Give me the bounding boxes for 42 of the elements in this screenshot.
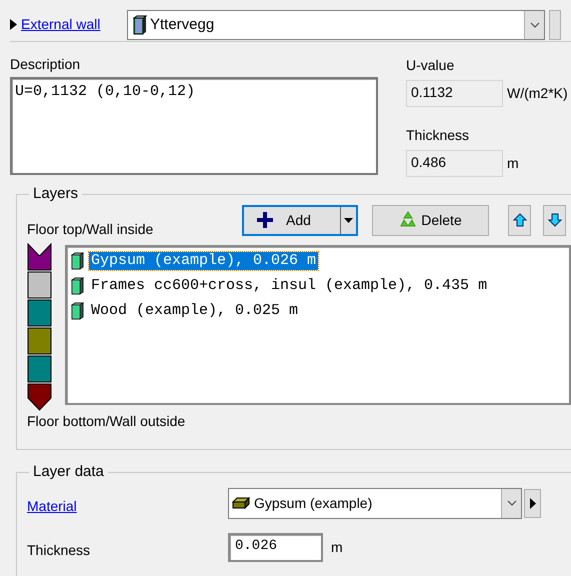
plus-icon xyxy=(256,211,274,230)
layer-thickness-unit: m xyxy=(331,538,343,556)
triangle-right-icon xyxy=(530,498,536,509)
arrow-down-icon xyxy=(548,213,562,228)
construction-dropdown[interactable]: Yttervegg xyxy=(127,10,545,40)
wall-icon xyxy=(133,14,147,34)
material-value: Gypsum (example) xyxy=(254,494,374,512)
u-value-label: U-value xyxy=(406,57,456,74)
material-dropdown[interactable]: Gypsum (example) xyxy=(228,488,522,519)
description-label: Description xyxy=(10,56,82,73)
layer-data-title: Layer data xyxy=(29,462,108,481)
external-wall-link[interactable]: External wall xyxy=(21,16,100,33)
expand-triangle-icon[interactable] xyxy=(10,18,17,30)
material-block-icon xyxy=(232,497,250,510)
material-next-button[interactable] xyxy=(524,488,541,518)
caret-down-icon[interactable] xyxy=(344,218,353,223)
description-field[interactable]: U=0,1132 (0,10-0,12) xyxy=(10,76,378,175)
thickness-field: 0.486 xyxy=(406,150,503,177)
material-link[interactable]: Material xyxy=(27,498,228,514)
move-up-button[interactable] xyxy=(508,204,531,236)
chevron-down-icon[interactable] xyxy=(530,22,540,28)
thickness-label: Thickness xyxy=(406,126,470,144)
thickness-unit: m xyxy=(507,154,519,172)
move-down-button[interactable] xyxy=(543,204,566,236)
u-value-unit: W/(m2*K) xyxy=(507,84,568,102)
layer-thickness-label: Thickness xyxy=(27,542,92,558)
layer-item[interactable]: Wood (example), 0.025 m xyxy=(89,302,300,320)
top-side-label: Floor top/Wall inside xyxy=(27,220,154,238)
layers-title: Layers xyxy=(29,184,82,203)
layer-thickness-field[interactable]: 0.026 xyxy=(228,532,323,562)
arrow-up-icon xyxy=(512,213,526,228)
layer-item[interactable]: Frames cc600+cross, insul (example), 0.435 m xyxy=(89,277,490,296)
construction-value: Yttervegg xyxy=(150,16,216,34)
wall-icon xyxy=(71,277,84,296)
add-button[interactable]: Add xyxy=(242,204,358,236)
wall-icon xyxy=(71,252,84,270)
wall-icon xyxy=(71,302,84,320)
bottom-side-label: Floor bottom/Wall outside xyxy=(27,412,186,430)
u-value-field: 0.1132 xyxy=(406,80,503,107)
chevron-down-icon[interactable] xyxy=(506,500,516,506)
layer-item[interactable]: Gypsum (example), 0.026 m xyxy=(89,252,318,270)
delete-button[interactable]: Delete xyxy=(372,204,489,236)
